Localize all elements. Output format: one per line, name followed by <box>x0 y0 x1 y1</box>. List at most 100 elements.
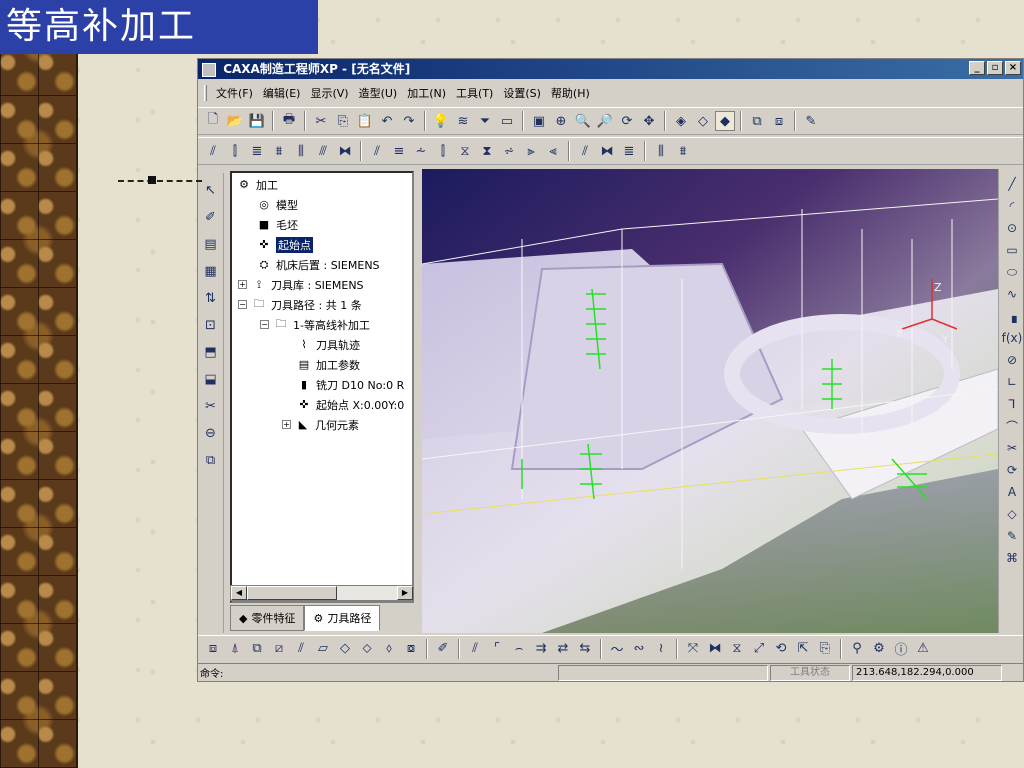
finish-scan-icon[interactable]: ⩪ <box>411 141 431 161</box>
tree-item-start-point[interactable]: ✜ 起始点 <box>256 235 313 254</box>
wire-rough-icon[interactable]: ⫻ <box>313 141 333 161</box>
finish-contour-icon[interactable]: ≡ <box>389 141 409 161</box>
diamond-icon[interactable]: ◇ <box>335 639 355 659</box>
bulb-icon[interactable]: 💡 <box>431 111 451 131</box>
ellipse-icon[interactable]: ⬭ <box>1001 263 1023 281</box>
transform-icon[interactable]: ⤧ <box>683 639 703 659</box>
collapse-toggle[interactable]: − <box>260 320 269 329</box>
info-icon[interactable]: ⓘ <box>891 639 911 659</box>
menu-settings[interactable]: 设置(S) <box>498 85 546 101</box>
extend-icon[interactable]: ⇄ <box>553 639 573 659</box>
window-icon[interactable]: ▣ <box>529 111 549 131</box>
chamfer-icon[interactable]: ⬨ <box>379 639 399 659</box>
finish-shallow-icon[interactable]: ⫿ <box>433 141 453 161</box>
command-input[interactable] <box>558 664 768 681</box>
rotate-icon[interactable]: ⟳ <box>617 111 637 131</box>
eraser-icon[interactable]: ◇ <box>1001 505 1023 523</box>
rotate3d-icon[interactable]: ⟲ <box>771 639 791 659</box>
rectangle-icon[interactable]: ▭ <box>1001 241 1023 259</box>
extrude-icon[interactable]: ⧈ <box>203 639 223 659</box>
scroll-right-icon[interactable]: ▶ <box>397 586 413 600</box>
measure-icon[interactable]: ⚲ <box>847 639 867 659</box>
array-icon[interactable]: ⧖ <box>727 639 747 659</box>
save-icon[interactable]: 💾 <box>247 111 267 131</box>
restore-button[interactable]: ▫ <box>987 61 1003 75</box>
circle-icon[interactable]: ⊙ <box>1001 219 1023 237</box>
menu-modeling[interactable]: 造型(U) <box>354 85 403 101</box>
expand-toggle[interactable]: + <box>238 280 247 289</box>
point-icon[interactable]: ▗ <box>1001 307 1023 325</box>
plane-icon[interactable]: ▱ <box>313 639 333 659</box>
join-icon[interactable]: ⇉ <box>531 639 551 659</box>
rough-machining-icon[interactable]: ⫽ <box>203 141 223 161</box>
curve-offset-icon[interactable]: ∾ <box>629 639 649 659</box>
finish-curve-icon[interactable]: ⩫ <box>499 141 519 161</box>
scroll-left-icon[interactable]: ◀ <box>231 586 247 600</box>
trim-icon[interactable]: ✂ <box>200 395 222 417</box>
solid-icon[interactable]: ⬒ <box>200 341 222 363</box>
menu-edit[interactable]: 编辑(E) <box>258 85 306 101</box>
tree-item-post[interactable]: ⛭ 机床后置 : SIEMENS <box>256 255 380 274</box>
shell-feature-icon[interactable]: ⧇ <box>401 639 421 659</box>
menu-machining[interactable]: 加工(N) <box>402 85 451 101</box>
wireframe-icon[interactable]: ◈ <box>671 111 691 131</box>
filter-icon[interactable]: ⏷ <box>475 111 495 131</box>
surface-edit-icon[interactable]: ✐ <box>433 639 453 659</box>
select-arrow-icon[interactable]: ↖ <box>200 179 222 201</box>
minimize-button[interactable]: _ <box>969 61 985 75</box>
move-icon[interactable]: ⇱ <box>793 639 813 659</box>
copy-icon[interactable]: ⎘ <box>333 111 353 131</box>
tree-item-start-coords[interactable]: ✜ 起始点 X:0.00Y:0 <box>296 395 404 414</box>
layer-set-icon[interactable]: ⧈ <box>769 111 789 131</box>
curve-surface-icon[interactable]: ⌢ <box>509 639 529 659</box>
menu-tools[interactable]: 工具(T) <box>451 85 498 101</box>
contour-rough-icon[interactable]: ≣ <box>247 141 267 161</box>
finish-offset-icon[interactable]: ⫸ <box>521 141 541 161</box>
engrave-icon[interactable]: ⩩ <box>673 141 693 161</box>
mirror-icon[interactable]: ⧓ <box>705 639 725 659</box>
angle-icon[interactable]: ∟ <box>1001 373 1023 391</box>
trim-curve-icon[interactable]: ✂ <box>1001 439 1023 457</box>
offset-icon[interactable]: ⅂ <box>1001 395 1023 413</box>
tree-item-toolpath[interactable]: ⌇ 刀具轨迹 <box>296 335 360 354</box>
draft-icon[interactable]: ⬦ <box>357 639 377 659</box>
curve-project-icon[interactable]: ≀ <box>651 639 671 659</box>
scan-rough-icon[interactable]: ⩩ <box>269 141 289 161</box>
tree-item-geometry[interactable]: + ◣ 几何元素 <box>282 415 359 434</box>
tab-part-features[interactable]: ◆ 零件特征 <box>230 605 305 631</box>
scroll-thumb[interactable] <box>247 586 337 600</box>
line-icon[interactable]: ╱ <box>1001 175 1023 193</box>
tree-item-params[interactable]: ▤ 加工参数 <box>296 355 360 374</box>
drill-icon[interactable]: ⫼ <box>651 141 671 161</box>
curve-edit-icon[interactable]: 〜 <box>607 639 627 659</box>
open-folder-icon[interactable]: 📂 <box>225 111 245 131</box>
pencil-icon[interactable]: ✎ <box>801 111 821 131</box>
copy3d-icon[interactable]: ⎘ <box>815 639 835 659</box>
sketch-icon[interactable]: ✐ <box>200 206 222 228</box>
analysis-icon[interactable]: ⚙ <box>869 639 889 659</box>
corner-clean-icon[interactable]: ⧓ <box>597 141 617 161</box>
surface-icon[interactable]: ⊖ <box>200 422 222 444</box>
menu-file[interactable]: 文件(F) <box>211 85 258 101</box>
pencil-clean-icon[interactable]: ⫽ <box>575 141 595 161</box>
sweep-surface-icon[interactable]: ⇆ <box>575 639 595 659</box>
contour-rest-icon[interactable]: ≣ <box>619 141 639 161</box>
pan-icon[interactable]: ✥ <box>639 111 659 131</box>
zoom-in-icon[interactable]: 🔍 <box>573 111 593 131</box>
blend-icon[interactable]: ⧉ <box>200 449 222 471</box>
spline-icon[interactable]: ∿ <box>1001 285 1023 303</box>
break-icon[interactable]: ⟳ <box>1001 461 1023 479</box>
layers-icon[interactable]: ≋ <box>453 111 473 131</box>
constraint-icon[interactable]: ⊡ <box>200 314 222 336</box>
tree-item-machining[interactable]: ⚙ 加工 <box>236 175 278 194</box>
redo-icon[interactable]: ↷ <box>399 111 419 131</box>
shaded-icon[interactable]: ◆ <box>715 111 735 131</box>
tree-item-tool-library[interactable]: + ⟟ 刀具库 : SIEMENS <box>238 275 364 294</box>
plunge-rough-icon[interactable]: ⫼ <box>291 141 311 161</box>
image-icon[interactable]: ▦ <box>200 260 222 282</box>
close-button[interactable]: × <box>1005 61 1021 75</box>
list-icon[interactable]: ▤ <box>200 233 222 255</box>
layer-manager-icon[interactable]: ⧉ <box>747 111 767 131</box>
3d-viewport[interactable]: Z X Y <box>422 169 998 633</box>
arc-icon[interactable]: ◜ <box>1001 197 1023 215</box>
